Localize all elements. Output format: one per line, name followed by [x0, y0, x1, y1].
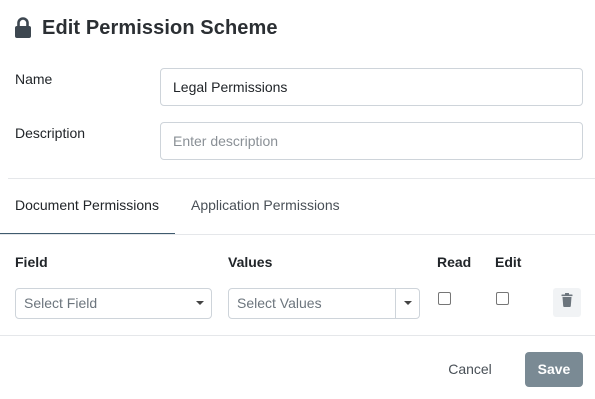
tab-label: Application Permissions [191, 197, 340, 213]
tab-document-permissions[interactable]: Document Permissions [0, 187, 175, 235]
tab-label: Document Permissions [15, 197, 159, 213]
trash-icon [561, 293, 573, 312]
field-select[interactable]: Select Field [15, 288, 212, 319]
field-select-value: Select Field [24, 295, 98, 311]
read-column-header: Read [437, 254, 472, 270]
field-column-header: Field [15, 254, 48, 270]
dialog-header: Edit Permission Scheme [14, 15, 278, 41]
values-select[interactable]: Select Values [228, 288, 420, 319]
tab-application-permissions[interactable]: Application Permissions [176, 187, 366, 235]
tabs-divider [0, 234, 595, 235]
lock-icon [14, 17, 32, 39]
edit-column-header: Edit [495, 254, 522, 270]
chevron-down-icon [404, 301, 412, 305]
section-divider [8, 178, 595, 179]
dialog-title: Edit Permission Scheme [42, 16, 278, 39]
delete-row-button[interactable] [553, 288, 581, 317]
edit-checkbox[interactable] [496, 292, 509, 305]
description-input[interactable] [160, 122, 583, 160]
select-separator [395, 289, 396, 318]
read-checkbox[interactable] [438, 292, 451, 305]
edit-permission-scheme-dialog: Edit Permission Scheme Name Description … [0, 0, 595, 399]
cancel-button[interactable]: Cancel [436, 355, 504, 383]
values-select-value: Select Values [237, 295, 322, 311]
name-input[interactable] [160, 68, 583, 106]
save-button[interactable]: Save [525, 352, 583, 387]
footer-divider [0, 335, 595, 336]
description-label: Description [15, 125, 86, 141]
name-label: Name [15, 71, 53, 87]
values-column-header: Values [228, 254, 273, 270]
chevron-down-icon [196, 301, 204, 305]
